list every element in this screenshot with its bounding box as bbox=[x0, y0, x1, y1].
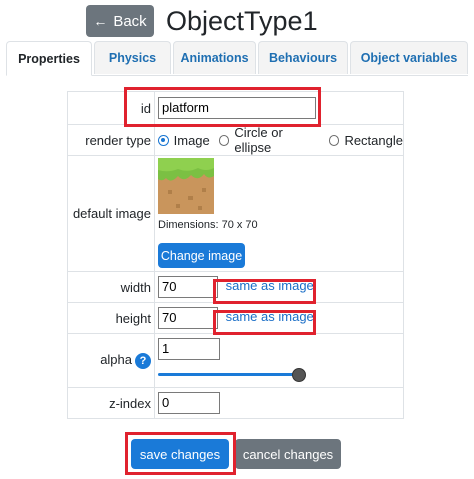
row-default-image: default image Dimensions: 70 x 70 Change… bbox=[67, 155, 404, 272]
render-type-label: render type bbox=[67, 124, 155, 156]
tab-physics[interactable]: Physics bbox=[94, 41, 171, 74]
row-alpha: alpha? 1 bbox=[67, 333, 404, 388]
back-button-label: Back bbox=[113, 12, 147, 30]
row-z-index: z-index 0 bbox=[67, 387, 404, 419]
tab-behaviours[interactable]: Behaviours bbox=[258, 41, 348, 74]
change-image-button[interactable]: Change image bbox=[158, 243, 245, 268]
radio-image-label: Image bbox=[173, 132, 210, 148]
tab-properties[interactable]: Properties bbox=[6, 41, 92, 76]
tab-label: Object variables bbox=[360, 51, 458, 65]
default-image-label: default image bbox=[67, 155, 155, 272]
render-type-options: Image Circle or ellipse Rectangle bbox=[158, 125, 403, 155]
row-height: height 70 same as image bbox=[67, 302, 404, 334]
width-label: width bbox=[67, 271, 155, 303]
row-width: width 70 same as image bbox=[67, 271, 404, 303]
height-label: height bbox=[67, 302, 155, 334]
arrow-left-icon: ← bbox=[93, 13, 108, 29]
width-same-as-image-link[interactable]: same as image bbox=[226, 278, 314, 293]
radio-circle-label: Circle or ellipse bbox=[234, 125, 283, 155]
tab-label: Animations bbox=[180, 51, 249, 65]
tab-label: Properties bbox=[18, 51, 80, 66]
radio-rectangle-label: Rectangle bbox=[344, 132, 403, 148]
image-dimensions: Dimensions: 70 x 70 bbox=[158, 219, 258, 231]
tab-animations[interactable]: Animations bbox=[173, 41, 256, 74]
radio-circle-ellipse[interactable] bbox=[218, 134, 230, 146]
tab-label: Behaviours bbox=[268, 51, 338, 65]
tab-label: Physics bbox=[108, 51, 157, 65]
cancel-changes-button[interactable]: cancel changes bbox=[235, 439, 341, 469]
help-icon[interactable]: ? bbox=[135, 352, 151, 369]
id-label: id bbox=[67, 91, 155, 125]
alpha-slider[interactable] bbox=[158, 368, 306, 382]
tab-bar: Properties Physics Animations Behaviours… bbox=[6, 41, 468, 76]
page-title: ObjectType1 bbox=[166, 6, 318, 36]
row-render-type: render type Image Circle or ellipse Rect… bbox=[67, 124, 404, 156]
alpha-slider-thumb[interactable] bbox=[292, 368, 306, 382]
radio-image[interactable] bbox=[158, 134, 169, 146]
radio-rectangle[interactable] bbox=[328, 134, 340, 146]
alpha-slider-track bbox=[158, 373, 298, 376]
row-id: id platform bbox=[67, 91, 404, 125]
height-same-as-image-link[interactable]: same as image bbox=[226, 309, 314, 324]
platform-tile-image bbox=[158, 158, 214, 214]
height-input[interactable]: 70 bbox=[158, 307, 218, 329]
width-input[interactable]: 70 bbox=[158, 276, 218, 298]
alpha-input[interactable]: 1 bbox=[158, 338, 220, 360]
back-button[interactable]: ← Back bbox=[86, 5, 154, 37]
tab-object-variables[interactable]: Object variables bbox=[350, 41, 468, 74]
properties-form: id platform render type Image Circle or … bbox=[67, 91, 404, 419]
alpha-label: alpha bbox=[100, 352, 132, 368]
z-index-input[interactable]: 0 bbox=[158, 392, 220, 414]
z-index-label: z-index bbox=[67, 387, 155, 419]
id-input[interactable]: platform bbox=[158, 97, 316, 119]
save-changes-button[interactable]: save changes bbox=[131, 439, 229, 469]
